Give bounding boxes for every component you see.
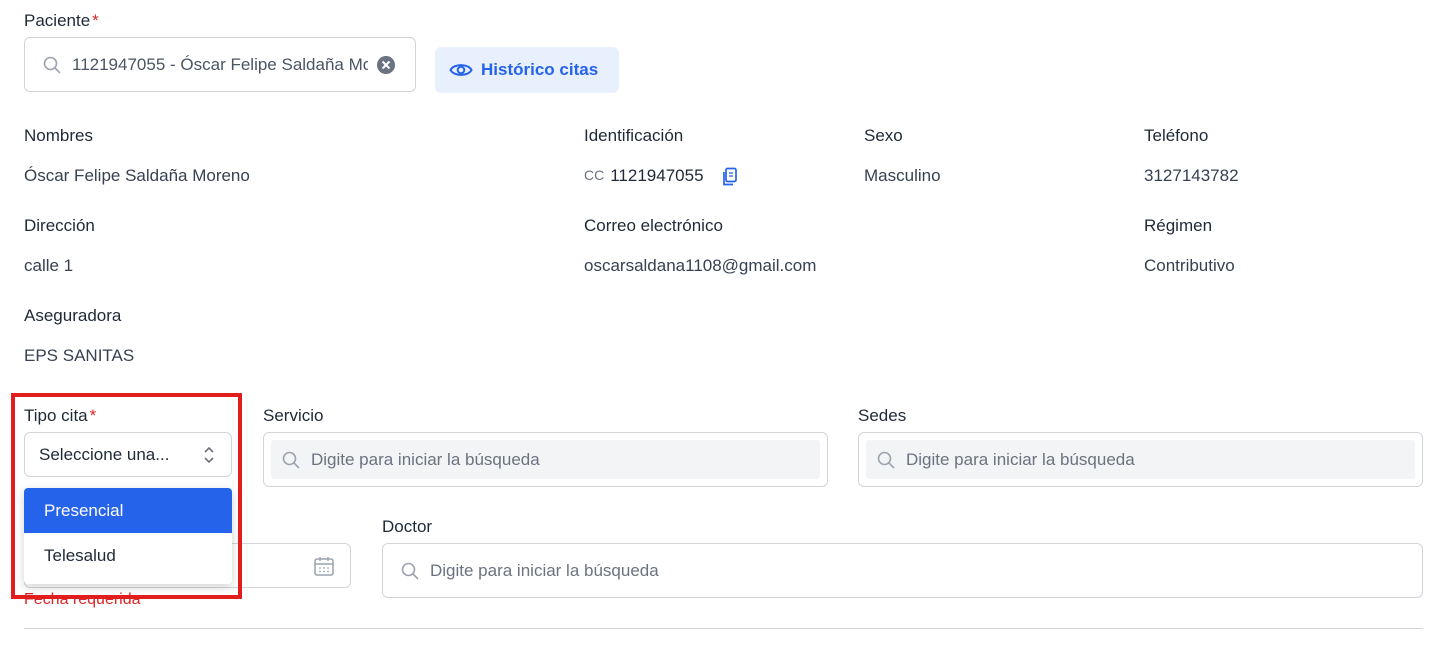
doctor-label: Doctor bbox=[382, 517, 433, 536]
doctor-placeholder: Digite para iniciar la búsqueda bbox=[430, 560, 659, 580]
aseguradora-label: Aseguradora bbox=[24, 306, 122, 325]
doc-type-badge: CC bbox=[584, 167, 605, 183]
paciente-label: Paciente * bbox=[24, 11, 99, 30]
regimen-label: Régimen bbox=[1144, 216, 1213, 235]
direccion-label: Dirección bbox=[24, 216, 95, 235]
servicio-label: Servicio bbox=[263, 406, 324, 425]
telefono-label: Teléfono bbox=[1144, 126, 1209, 145]
search-icon bbox=[43, 56, 61, 74]
calendar-icon[interactable] bbox=[313, 555, 335, 577]
divider bbox=[24, 628, 1423, 629]
historico-citas-button[interactable]: Histórico citas bbox=[435, 47, 619, 93]
nombres-label: Nombres bbox=[24, 126, 93, 145]
servicio-placeholder: Digite para iniciar la búsqueda bbox=[311, 449, 540, 469]
sedes-search-input[interactable]: Digite para iniciar la búsqueda bbox=[858, 432, 1423, 487]
eye-icon bbox=[449, 59, 473, 81]
sedes-placeholder: Digite para iniciar la búsqueda bbox=[906, 449, 1135, 469]
clear-icon[interactable] bbox=[376, 55, 396, 75]
doctor-search-input[interactable]: Digite para iniciar la búsqueda bbox=[382, 543, 1423, 598]
aseguradora-value: EPS SANITAS bbox=[24, 346, 135, 365]
search-icon bbox=[282, 451, 300, 469]
search-icon bbox=[401, 562, 419, 580]
direccion-value: calle 1 bbox=[24, 256, 74, 275]
regimen-value: Contributivo bbox=[1144, 256, 1235, 275]
sedes-label: Sedes bbox=[858, 406, 907, 425]
sexo-value: Masculino bbox=[864, 166, 941, 185]
identificacion-label: Identificación bbox=[584, 126, 684, 145]
identificacion-value: 1121947055 bbox=[610, 166, 704, 185]
identificacion-row: CC 1121947055 bbox=[584, 166, 704, 186]
sexo-label: Sexo bbox=[864, 126, 903, 145]
servicio-search-input[interactable]: Digite para iniciar la búsqueda bbox=[263, 432, 828, 487]
copy-icon[interactable] bbox=[721, 167, 739, 187]
telefono-value: 3127143782 bbox=[1144, 166, 1239, 185]
search-icon bbox=[877, 451, 895, 469]
correo-value: oscarsaldana1108@gmail.com bbox=[584, 256, 817, 275]
historico-citas-label: Histórico citas bbox=[481, 60, 599, 79]
nombres-value: Óscar Felipe Saldaña Moreno bbox=[24, 166, 250, 185]
correo-label: Correo electrónico bbox=[584, 216, 723, 235]
paciente-search-input[interactable]: 1121947055 - Óscar Felipe Saldaña Moreno bbox=[24, 37, 416, 92]
paciente-search-value: 1121947055 - Óscar Felipe Saldaña Moreno bbox=[72, 54, 368, 74]
highlight-box bbox=[11, 393, 242, 599]
